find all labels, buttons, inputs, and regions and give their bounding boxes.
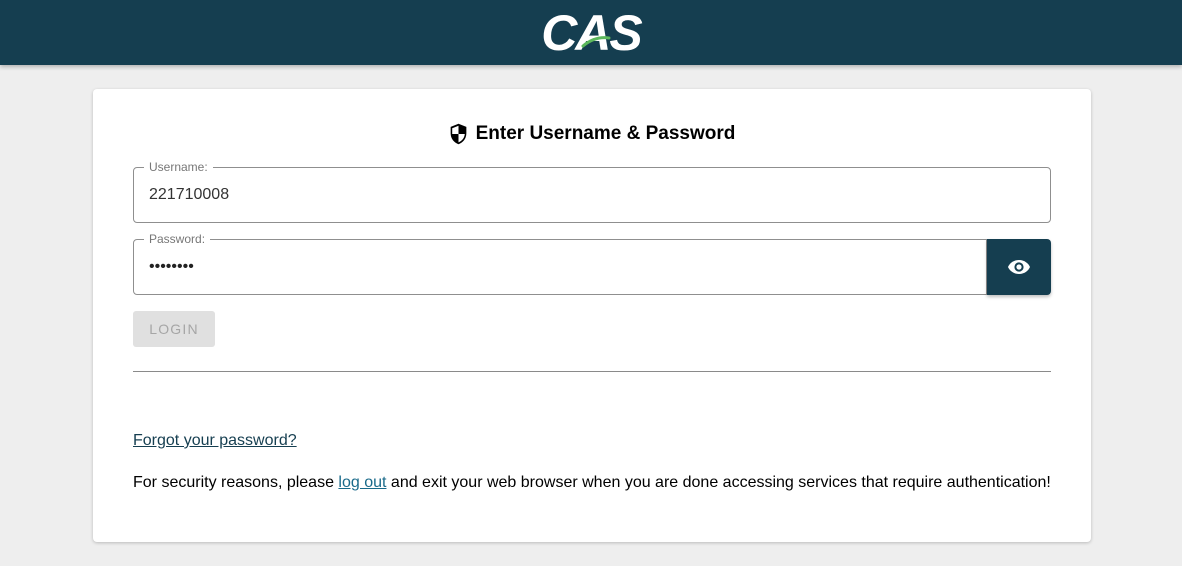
- eye-icon: [1008, 260, 1030, 274]
- password-field[interactable]: Password: ••••••••: [133, 232, 987, 295]
- login-card: Enter Username & Password Username: 2217…: [93, 89, 1091, 542]
- logout-link[interactable]: log out: [338, 474, 386, 491]
- shield-icon: [450, 123, 466, 145]
- logo-text: CAS: [541, 4, 643, 61]
- header-bar: CAS: [0, 0, 1182, 65]
- password-value[interactable]: ••••••••: [149, 240, 194, 294]
- cas-logo: CAS: [541, 4, 643, 61]
- login-heading: Enter Username & Password: [93, 123, 1091, 145]
- username-value[interactable]: 221710008: [149, 168, 229, 222]
- page-title: Enter Username & Password: [475, 123, 736, 144]
- security-notice: For security reasons, please log out and…: [133, 474, 1063, 492]
- forgot-password-link[interactable]: Forgot your password?: [133, 432, 297, 450]
- logo-swoosh-icon: [581, 35, 611, 47]
- security-text-prefix: For security reasons, please: [133, 474, 339, 491]
- login-button[interactable]: LOGIN: [133, 311, 215, 347]
- divider: [133, 371, 1051, 372]
- username-field[interactable]: Username: 221710008: [133, 160, 1051, 223]
- show-password-button[interactable]: [987, 239, 1051, 295]
- security-text-suffix: and exit your web browser when you are d…: [386, 474, 1051, 491]
